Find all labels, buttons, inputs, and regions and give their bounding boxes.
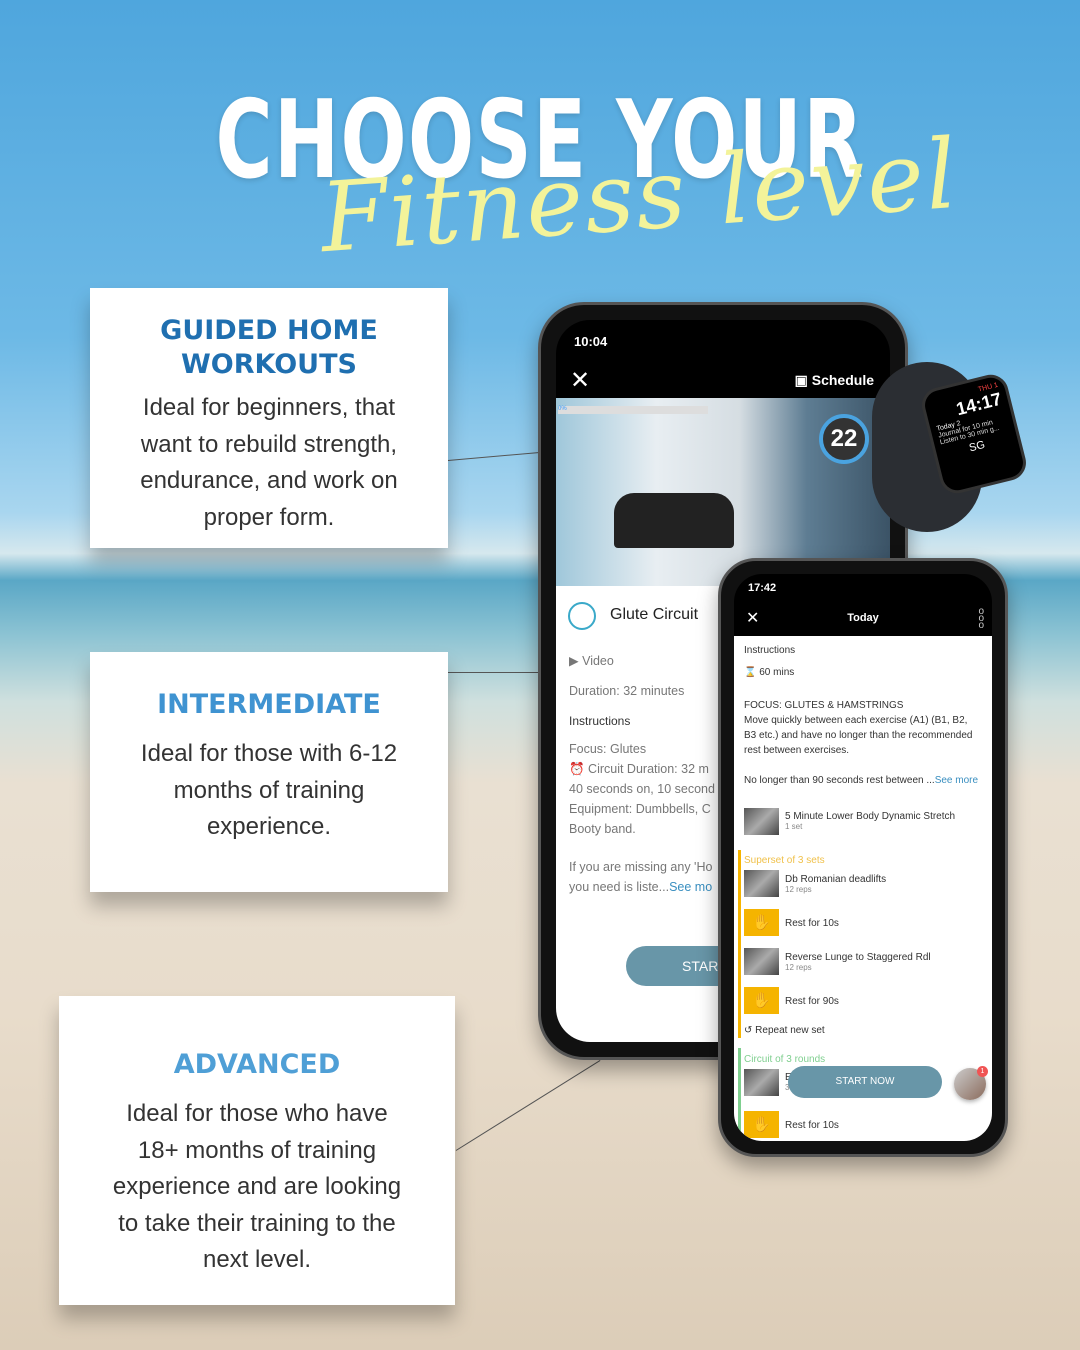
phone-today: 17:42 ✕ Today ooo Instructions ⌛ 60 mins…: [718, 558, 1008, 1157]
exercise-thumbnail: [744, 1069, 779, 1096]
card-beginner: GUIDED HOME WORKOUTS Ideal for beginners…: [90, 288, 448, 548]
rest-item[interactable]: Rest for 90s: [785, 996, 992, 1007]
see-more-link[interactable]: See mo: [669, 880, 712, 894]
connector-line: [448, 672, 540, 673]
schedule-button[interactable]: ▣ Schedule: [795, 372, 874, 389]
instructions-label: Instructions: [569, 714, 631, 728]
instructions-label: Instructions: [744, 645, 796, 656]
rest-item[interactable]: Rest for 10s: [785, 918, 992, 929]
exercise-thumbnail: [744, 870, 779, 897]
screen-title: Today: [847, 612, 879, 624]
exercise-item[interactable]: 5 Minute Lower Body Dynamic Stretch 1 set: [785, 811, 992, 831]
status-time: 17:42: [748, 582, 777, 594]
workout-title: Glute Circuit: [610, 606, 699, 623]
circuit-bar: [738, 1048, 741, 1141]
hand-icon: ✋: [744, 987, 779, 1014]
progress-bar: 0%: [558, 406, 708, 414]
card-advanced: ADVANCED Ideal for those who have 18+ mo…: [59, 996, 455, 1305]
hourglass-icon: ⌛: [744, 667, 760, 678]
superset-label: Superset of 3 sets: [744, 855, 825, 866]
exercise-thumbnail: [744, 948, 779, 975]
card-title: GUIDED HOME WORKOUTS: [160, 315, 378, 380]
card-title: INTERMEDIATE: [157, 689, 381, 720]
circuit-label: Circuit of 3 rounds: [744, 1054, 826, 1065]
card-title: ADVANCED: [173, 1049, 341, 1080]
start-now-button[interactable]: START NOW: [788, 1066, 942, 1098]
card-text: Ideal for beginners, that want to rebuil…: [140, 394, 398, 531]
timer-badge: 22: [819, 414, 869, 464]
notification-badge: 1: [977, 1066, 988, 1077]
card-text: Ideal for those who have 18+ months of t…: [112, 1100, 402, 1273]
complete-checkbox[interactable]: [568, 602, 596, 630]
schedule-label: Schedule: [811, 372, 874, 388]
exercise-item[interactable]: Db Romanian deadlifts 12 reps: [785, 874, 992, 894]
calendar-icon: ▣: [794, 372, 812, 388]
card-text: Ideal for those with 6-12 months of trai…: [140, 740, 398, 840]
exercise-thumbnail: [744, 808, 779, 835]
repeat-icon: ↺: [744, 1025, 756, 1036]
instructions-text: Focus: Glutes ⏰ Circuit Duration: 32 m 40 …: [569, 742, 715, 894]
coach-avatar[interactable]: 1: [954, 1066, 988, 1100]
connector-line: [447, 451, 540, 461]
repeat-row: ↺ Repeat new set: [744, 1025, 825, 1036]
duration: Duration: 32 minutes: [569, 684, 685, 698]
connector-line: [455, 1059, 601, 1151]
exercise-item[interactable]: Reverse Lunge to Staggered Rdl 12 reps: [785, 952, 992, 972]
superset-bar: [738, 850, 741, 1038]
rest-item[interactable]: Rest for 10s: [785, 1120, 992, 1131]
see-more-link[interactable]: See more: [935, 775, 978, 786]
instructions-text: FOCUS: GLUTES & HAMSTRINGS Move quickly b…: [744, 700, 979, 786]
status-time: 10:04: [574, 334, 608, 349]
card-intermediate: INTERMEDIATE Ideal for those with 6-12 m…: [90, 652, 448, 892]
hand-icon: ✋: [744, 1111, 779, 1138]
hand-icon: ✋: [744, 909, 779, 936]
video-icon: ▶: [569, 654, 583, 668]
close-icon[interactable]: ✕: [570, 366, 590, 395]
person-image: [614, 493, 734, 548]
duration: ⌛ 60 mins: [744, 667, 795, 678]
more-icon[interactable]: ooo: [978, 607, 984, 631]
video-row: ▶ Video: [569, 654, 614, 668]
